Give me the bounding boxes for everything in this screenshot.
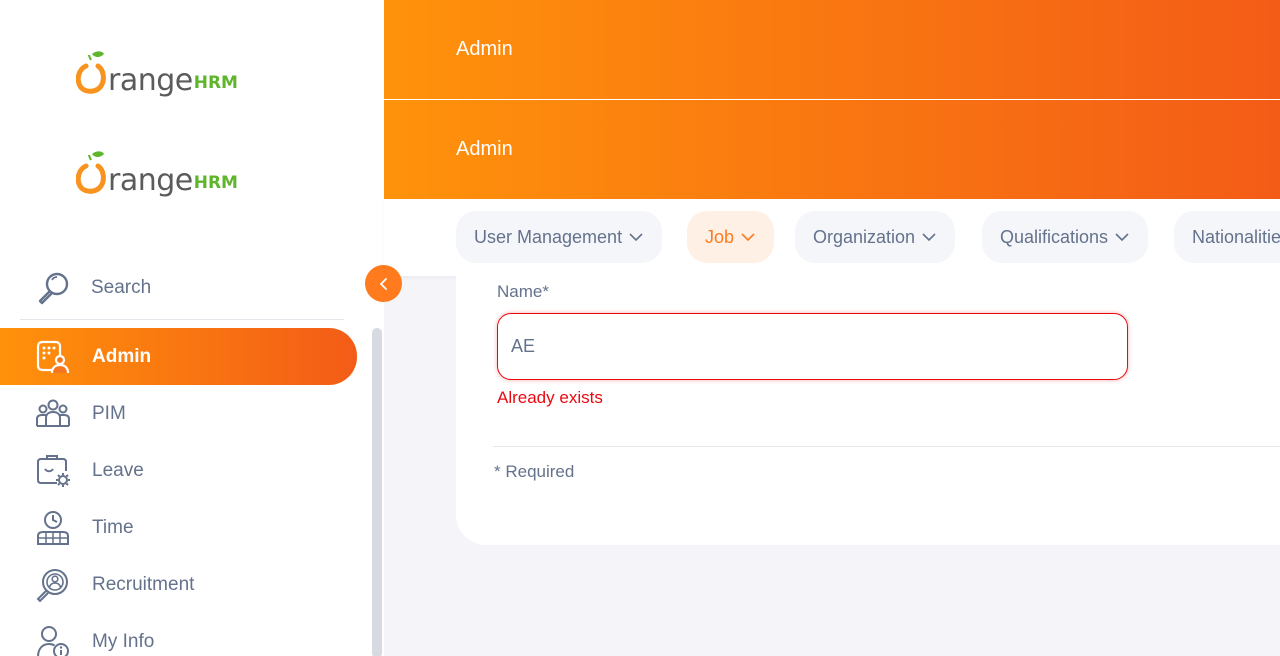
tab-label: Job <box>705 226 735 247</box>
tab-user-management[interactable]: User Management <box>456 211 663 263</box>
sidebar-collapse-button[interactable] <box>365 265 402 302</box>
brand-header-duplicate: range HRM <box>0 100 384 200</box>
recruitment-icon <box>33 565 73 605</box>
sidebar-item-label: Time <box>92 516 134 538</box>
name-error-message: Already exists <box>497 388 603 407</box>
tab-label: Organization <box>813 226 916 247</box>
admin-icon <box>33 337 73 377</box>
logo-hrm: HRM <box>193 173 238 193</box>
sidebar-item-label: Recruitment <box>92 573 195 595</box>
required-note: * Required <box>494 462 575 481</box>
sidebar-item-label: Leave <box>92 459 144 481</box>
my-info-icon <box>33 622 73 656</box>
sidebar-item-label: My Info <box>92 630 155 652</box>
form-divider <box>493 446 1280 447</box>
sidebar-item-time[interactable]: Time <box>0 499 360 556</box>
tab-label: Qualifications <box>1000 226 1109 247</box>
brand-header: range HRM <box>0 0 384 100</box>
tab-nationalities[interactable]: Nationalities <box>1174 211 1280 263</box>
tab-organization[interactable]: Organization <box>795 211 956 263</box>
orangehrm-logo[interactable]: range HRM <box>76 50 238 96</box>
time-icon <box>33 508 73 548</box>
search-icon <box>34 268 74 308</box>
sidebar: range HRM range HRM Search Admin PIM Lea… <box>0 0 384 656</box>
sidebar-menu: Admin PIM Leave Time Recruitment My Info <box>0 328 360 656</box>
chevron-down-icon <box>740 232 756 242</box>
logo-text: range <box>108 63 193 98</box>
orangehrm-logo-duplicate[interactable]: range HRM <box>76 150 238 196</box>
tab-label: User Management <box>474 226 623 247</box>
pim-icon <box>33 394 73 434</box>
tab-qualifications[interactable]: Qualifications <box>982 211 1149 263</box>
leave-icon <box>33 451 73 491</box>
sidebar-item-label: PIM <box>92 402 126 424</box>
name-input[interactable] <box>497 313 1128 380</box>
sidebar-search[interactable]: Search <box>20 256 344 320</box>
orange-logo-icon <box>76 151 106 194</box>
logo-text: range <box>108 163 193 198</box>
top-header-duplicate: Admin <box>384 100 1280 199</box>
chevron-down-icon <box>628 232 644 242</box>
name-field-label: Name* <box>497 282 549 301</box>
sidebar-item-admin[interactable]: Admin <box>0 328 357 385</box>
sidebar-item-pim[interactable]: PIM <box>0 385 360 442</box>
sidebar-item-leave[interactable]: Leave <box>0 442 360 499</box>
logo-hrm: HRM <box>193 73 238 93</box>
tab-label: Nationalities <box>1192 226 1280 247</box>
sidebar-scrollbar[interactable] <box>372 328 382 656</box>
sidebar-item-recruitment[interactable]: Recruitment <box>0 556 360 613</box>
top-header: Admin <box>384 0 1280 99</box>
orange-logo-icon <box>76 51 106 94</box>
search-label: Search <box>91 276 152 298</box>
top-nav-tabs: User Management Job Organization Qualifi… <box>384 199 1280 276</box>
tab-job[interactable]: Job <box>687 211 775 263</box>
job-form-card: Name* Already exists * Required <box>456 276 1280 545</box>
chevron-down-icon <box>1114 232 1130 242</box>
chevron-left-icon <box>377 277 391 291</box>
sidebar-item-label: Admin <box>92 345 152 367</box>
chevron-down-icon <box>921 232 937 242</box>
page-title: Admin <box>456 38 513 60</box>
sidebar-item-my-info[interactable]: My Info <box>0 613 360 656</box>
page-title: Admin <box>456 138 513 160</box>
